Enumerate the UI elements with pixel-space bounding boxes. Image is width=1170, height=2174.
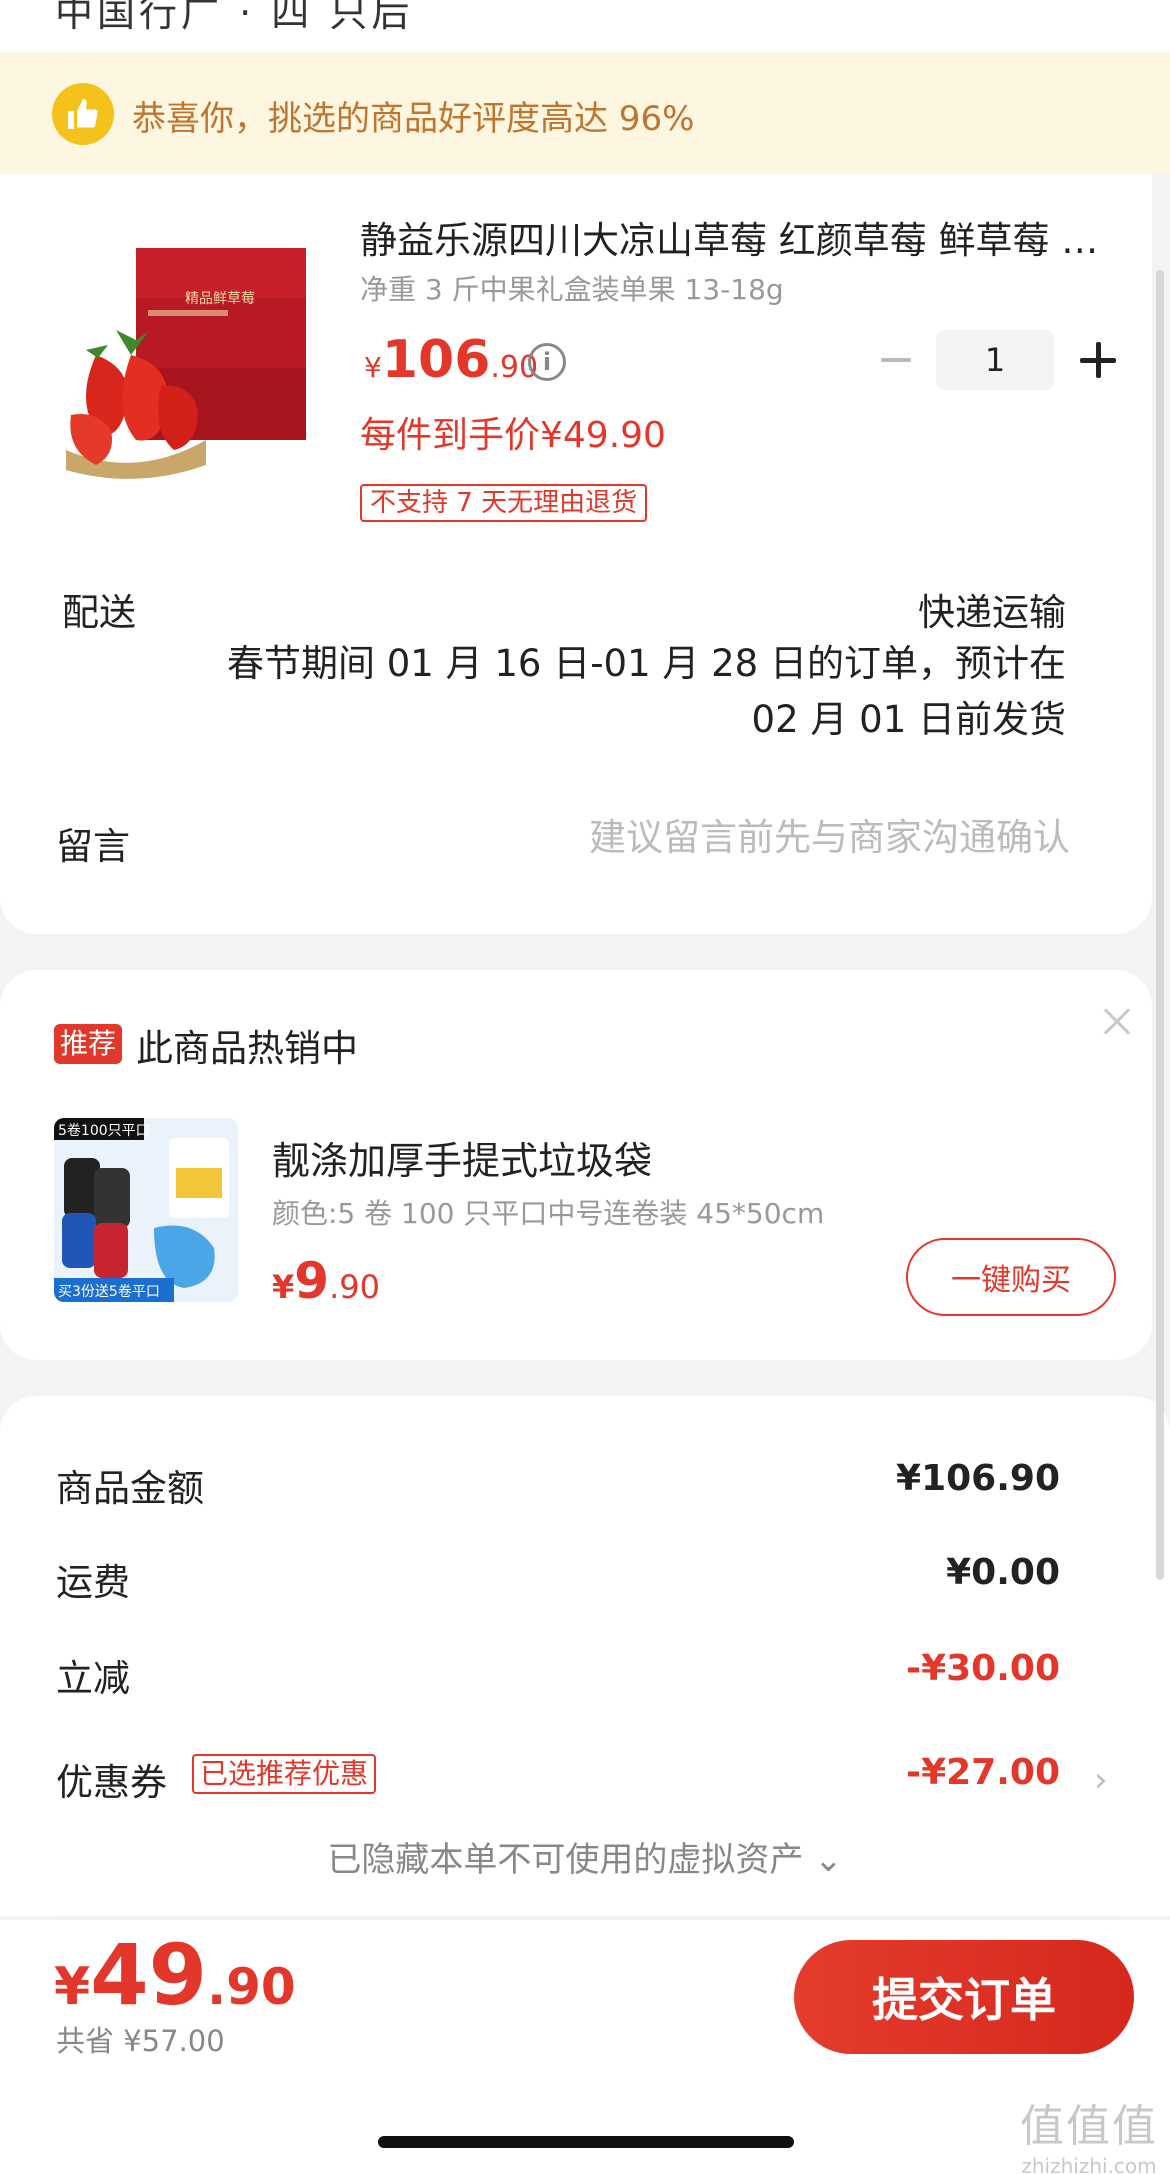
recommend-item-price: ¥9.90 <box>272 1252 380 1310</box>
one-click-buy-button[interactable]: 一键购买 <box>906 1238 1116 1316</box>
watermark-line1: 值值值 <box>1020 2101 1158 2152</box>
discount-label: 立减 <box>56 1657 130 1700</box>
goods-amount-value: ¥106.90 <box>896 1458 1060 1499</box>
coupon-tag: 已选推荐优惠 <box>192 1754 377 1794</box>
coupon-value[interactable]: -¥27.00 <box>660 1752 1060 1793</box>
box-label: 精品鲜草莓 <box>185 291 255 307</box>
shipping-label: 配送 <box>62 591 136 634</box>
recommend-item-name[interactable]: 靓涤加厚手提式垃圾袋 <box>272 1130 652 1185</box>
total-integer: 49 <box>90 1926 208 2024</box>
recommend-tag: 推荐 <box>54 1024 123 1064</box>
shipping-note: 春节期间 01 月 16 日-01 月 28 日的订单，预计在 02 月 01 … <box>226 642 1066 741</box>
image-top-label: 5卷100只平口 <box>58 1123 150 1139</box>
hidden-assets-toggle[interactable]: 已隐藏本单不可使用的虚拟资产 ⌄ <box>0 1832 1170 1881</box>
total-price: ¥49.90 <box>54 1926 296 2024</box>
rec-price-integer: 9 <box>294 1252 330 1310</box>
watermark-line2: zhizhizhi.com <box>1021 2154 1157 2174</box>
submit-order-button[interactable]: 提交订单 <box>794 1940 1134 2054</box>
image-bottom-label: 买3份送5卷平口 <box>58 1284 160 1300</box>
home-indicator <box>378 2136 794 2148</box>
product-title[interactable]: 静益乐源四川大凉山草莓 红颜草莓 鲜草莓 新鲜水果 <box>360 210 1100 264</box>
banner-text: 恭喜你，挑选的商品好评度高达 96% <box>132 99 695 139</box>
freight-label: 运费 <box>56 1561 130 1604</box>
info-icon[interactable]: i <box>528 343 566 381</box>
recommend-title: 此商品热销中 <box>136 1027 358 1070</box>
per-item-price: 每件到手价¥49.90 <box>360 415 666 456</box>
product-image[interactable] <box>56 240 326 480</box>
scrollbar[interactable] <box>1156 270 1164 1580</box>
header-cut-text: 中国行广 · 四 只后 <box>55 0 414 35</box>
thumbs-up-icon <box>52 83 114 145</box>
watermark: 值值值 zhizhizhi.com <box>1020 2090 1158 2174</box>
divider <box>56 1918 1116 1919</box>
freight-value: ¥0.00 <box>946 1552 1060 1593</box>
discount-value: -¥30.00 <box>906 1648 1060 1689</box>
goods-amount-label: 商品金额 <box>56 1467 204 1510</box>
increase-quantity-button[interactable] <box>1074 336 1122 384</box>
decrease-quantity-button[interactable] <box>876 340 916 380</box>
total-decimal: .90 <box>207 1958 296 2016</box>
recommend-item-spec: 颜色:5 卷 100 只平口中号连卷装 45*50cm <box>272 1197 825 1230</box>
message-input[interactable] <box>480 812 1070 862</box>
minus-icon <box>881 358 911 362</box>
quantity-input[interactable]: 1 <box>936 330 1054 390</box>
return-policy-badge: 不支持 7 天无理由退货 <box>360 484 648 522</box>
top-header: 中国行广 · 四 只后 <box>0 0 1170 52</box>
recommend-item-image[interactable]: 5卷100只平口 买3份送5卷平口 <box>54 1118 238 1302</box>
message-label: 留言 <box>56 825 130 868</box>
price-integer: 106 <box>381 330 491 390</box>
close-icon[interactable] <box>1100 1004 1136 1040</box>
product-spec: 净重 3 斤中果礼盒装单果 13-18g <box>360 273 784 306</box>
price-currency: ¥ <box>364 351 382 384</box>
chevron-right-icon[interactable]: › <box>1094 1760 1108 1800</box>
shipping-method: 快递运输 <box>918 591 1066 634</box>
rec-price-currency: ¥ <box>272 1268 295 1306</box>
saved-amount: 共省 ¥57.00 <box>56 2024 225 2058</box>
coupon-label[interactable]: 优惠券 <box>56 1752 167 1806</box>
rec-price-decimal: .90 <box>329 1268 380 1306</box>
product-price: ¥106.90 <box>364 330 538 390</box>
total-currency: ¥ <box>54 1957 91 2017</box>
